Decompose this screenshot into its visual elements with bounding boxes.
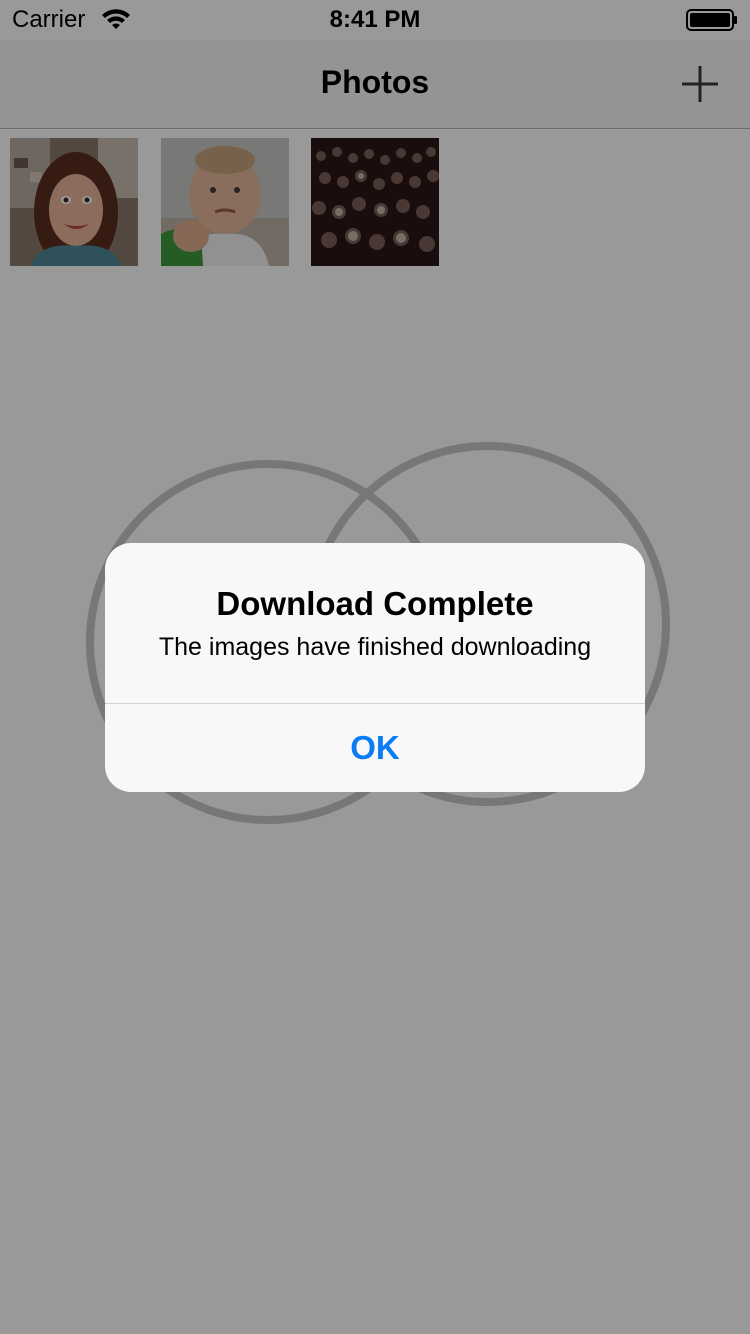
alert-title: Download Complete [216, 585, 534, 622]
ok-button[interactable]: OK [105, 704, 645, 792]
download-complete-alert: Download Complete The images have finish… [105, 543, 645, 792]
alert-message: The images have finished downloading [158, 633, 592, 661]
